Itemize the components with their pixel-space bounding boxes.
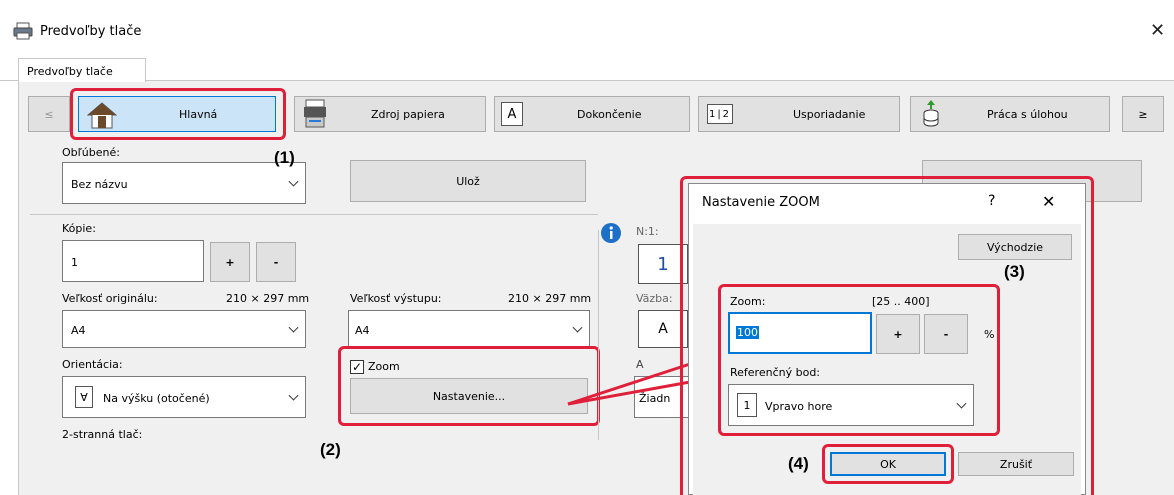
favorites-label: Obľúbené: [62, 146, 120, 159]
tab-job-handling[interactable]: Práca s úlohou [910, 96, 1110, 132]
binding-label: Väzba: [636, 292, 673, 305]
help-icon[interactable]: ? [988, 193, 995, 209]
tab-paper-source-label: Zdroj papiera [371, 108, 445, 121]
copies-minus-button[interactable]: - [256, 242, 296, 282]
zoom-unit: % [984, 328, 995, 341]
binding-value: A [658, 321, 668, 337]
zoom-plus-button[interactable]: + [876, 314, 920, 354]
zoom-minus-button[interactable]: - [924, 314, 968, 354]
orientation-select[interactable]: ∀ Na výšku (otočené) [62, 376, 306, 418]
section-divider [30, 214, 598, 215]
info-icon[interactable] [600, 222, 622, 244]
zoom-input[interactable]: 100 [728, 312, 872, 354]
tab-paper-source[interactable]: Zdroj papiera [294, 96, 486, 132]
default-button[interactable]: Východzie [958, 234, 1072, 260]
reference-point-value: Vpravo hore [765, 400, 833, 413]
chevron-down-icon [288, 176, 299, 187]
callout-3: (3) [1004, 262, 1025, 281]
copies-plus-button[interactable]: + [210, 242, 250, 282]
output-size-dims: 210 × 297 mm [508, 292, 592, 305]
tab-finishing-label: Dokončenie [577, 108, 642, 121]
reference-point-select[interactable]: 1 Vpravo hore [728, 384, 974, 426]
tab-layout-label: Usporiadanie [793, 108, 866, 121]
output-size-label: Veľkosť výstupu: [350, 292, 442, 305]
copies-input[interactable]: 1 [62, 240, 204, 282]
favorites-select[interactable]: Bez názvu [62, 162, 306, 204]
original-size-dims: 210 × 297 mm [226, 292, 310, 305]
zoom-label: Zoom: [730, 295, 766, 308]
printer-icon [13, 22, 33, 40]
callout-1: (1) [274, 148, 295, 167]
copies-label: Kópie: [62, 222, 96, 235]
callout-connector [567, 362, 691, 406]
n1-value: 1 [657, 253, 669, 275]
chevron-down-icon [572, 322, 583, 333]
portrait-rotated-icon: ∀ [75, 386, 93, 408]
title-bar [0, 0, 1174, 48]
output-size-value: A4 [355, 324, 370, 337]
cancel-button[interactable]: Zrušiť [958, 452, 1074, 476]
duplex-label: 2-stranná tlač: [62, 428, 143, 441]
dialog-title: Nastavenie ZOOM [702, 195, 820, 210]
original-size-value: A4 [71, 324, 86, 337]
original-size-label: Veľkosť originálu: [62, 292, 158, 305]
ok-button[interactable]: OK [830, 452, 946, 476]
zoom-range: [25 .. 400] [872, 295, 930, 308]
nav-next-button[interactable]: ≥ [1122, 96, 1164, 132]
layout-icon: 1|2 [707, 104, 733, 124]
tab-layout[interactable]: 1|2 Usporiadanie [698, 96, 900, 132]
callout-4: (4) [788, 454, 809, 473]
job-icon [923, 100, 939, 127]
callout-2: (2) [320, 440, 341, 459]
original-size-select[interactable]: A4 [62, 310, 306, 348]
dialog-close-icon[interactable]: ✕ [1042, 192, 1055, 211]
top-right-anchor-icon: 1 [737, 393, 757, 417]
close-icon[interactable]: ✕ [1150, 20, 1165, 41]
highlight-main-tab [70, 88, 286, 140]
chevron-down-icon [956, 398, 967, 409]
window-title: Predvoľby tlače [40, 24, 142, 39]
chevron-down-icon [288, 390, 299, 401]
n1-label: N:1: [636, 225, 659, 238]
reference-point-label: Referenčný bod: [730, 366, 821, 379]
finishing-icon: A [501, 102, 523, 126]
chevron-down-icon [288, 322, 299, 333]
orientation-value: Na výšku (otočené) [103, 392, 210, 405]
printer-tray-icon [304, 99, 326, 128]
zoom-value: 100 [736, 326, 759, 339]
tab-finishing[interactable]: A Dokončenie [494, 96, 690, 132]
tab-print-preferences[interactable]: Predvoľby tlače [18, 58, 146, 82]
favorites-value: Bez názvu [71, 178, 128, 191]
nav-prev-button[interactable]: ≤ [28, 96, 70, 132]
tab-job-handling-label: Práca s úlohou [987, 108, 1068, 121]
orientation-label: Orientácia: [62, 358, 123, 371]
copies-value: 1 [71, 256, 78, 269]
output-size-select[interactable]: A4 [348, 310, 590, 348]
save-button[interactable]: Ulož [350, 160, 586, 202]
